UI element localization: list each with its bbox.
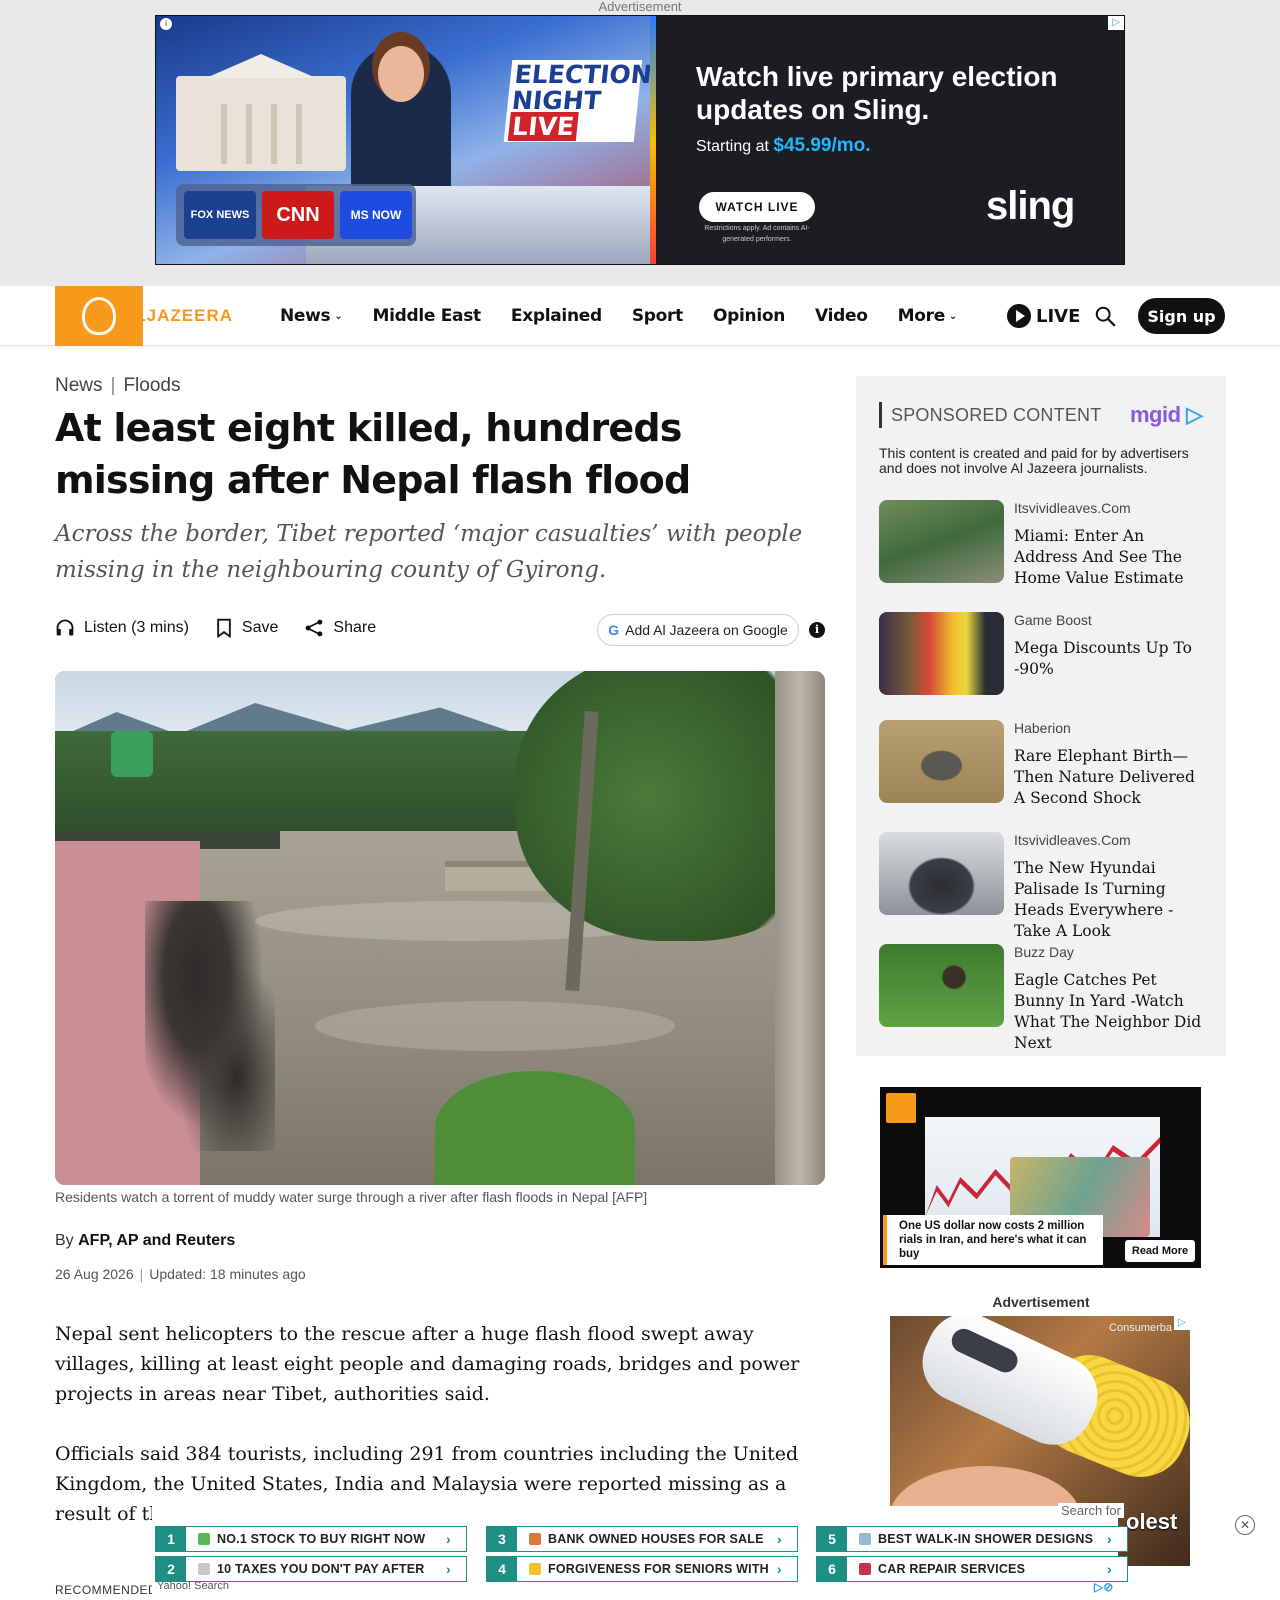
search-suggestion[interactable]: 2 10 TAXES YOU DON'T PAY AFTER ›	[155, 1556, 467, 1582]
share-button[interactable]: Share	[304, 618, 376, 638]
sign-up-button[interactable]: Sign up	[1138, 298, 1225, 334]
sponsored-item[interactable]: Itsvividleaves.Com Miami: Enter An Addre…	[879, 500, 1209, 600]
nav-item-more[interactable]: More ⌄	[898, 306, 958, 326]
site-header: ALJAZEERA News ⌄ Middle East Explained Sp…	[0, 286, 1280, 346]
ad-price-line: Starting at $45.99/mo.	[696, 135, 871, 156]
nav-item-video[interactable]: Video	[815, 306, 868, 326]
chevron-right-icon: ›	[446, 1531, 451, 1547]
breadcrumb: News | Floods	[55, 375, 181, 396]
nav-item-sport[interactable]: Sport	[632, 306, 683, 326]
dateline: 26 Aug 2026 | Updated: 18 minutes ago	[55, 1266, 306, 1282]
ad-fine-print: Restrictions apply. Ad contains AI-gener…	[704, 225, 810, 243]
search-icon[interactable]	[1094, 305, 1116, 327]
nav-item-news[interactable]: News ⌄	[280, 306, 343, 326]
search-suggestion[interactable]: 1 NO.1 STOCK TO BUY RIGHT NOW ›	[155, 1526, 467, 1552]
sponsored-disclaimer: This content is created and paid for by …	[879, 445, 1189, 476]
search-suggestion[interactable]: 5 BEST WALK-IN SHOWER DESIGNS ›	[816, 1526, 1128, 1552]
headphones-icon	[56, 619, 74, 636]
document-icon	[198, 1563, 210, 1575]
hero-image	[55, 671, 825, 1185]
chevron-down-icon: ⌄	[334, 310, 343, 322]
video-ad[interactable]: One US dollar now costs 2 million rials …	[880, 1087, 1201, 1268]
yahoo-search-label: Yahoo! Search	[157, 1580, 229, 1592]
breadcrumb-news[interactable]: News	[55, 375, 103, 396]
chevron-down-icon: ⌄	[948, 310, 958, 322]
close-icon[interactable]: ✕	[1235, 1515, 1255, 1535]
chevron-right-icon: ›	[777, 1561, 782, 1577]
search-for-label: Search for	[1058, 1503, 1124, 1518]
google-icon: G	[608, 622, 620, 638]
read-more-button[interactable]: Read More	[1125, 1240, 1195, 1262]
aljazeera-logo-text[interactable]: ALJAZEERA	[122, 306, 233, 326]
ms-now-logo: MS NOW	[340, 191, 412, 239]
house-icon	[529, 1533, 541, 1545]
chart-icon	[198, 1533, 210, 1545]
breadcrumb-floods[interactable]: Floods	[123, 375, 180, 396]
sponsored-item[interactable]: Buzz Day Eagle Catches Pet Bunny In Yard…	[879, 944, 1209, 1052]
search-suggestion[interactable]: 3 BANK OWNED HOUSES FOR SALE ›	[486, 1526, 798, 1552]
sponsored-content: SPONSORED CONTENT mgid ▷ This content is…	[856, 376, 1226, 1056]
main-nav: News ⌄ Middle East Explained Sport Opinio…	[280, 286, 987, 346]
ad-headline: Watch live primary election updates on S…	[696, 61, 1058, 125]
top-banner-ad[interactable]: ELECTION NIGHT LIVE FOX NEWS CNN MS NOW …	[155, 15, 1125, 265]
nav-item-opinion[interactable]: Opinion	[713, 306, 785, 326]
article-paragraph: Nepal sent helicopters to the rescue aft…	[55, 1323, 800, 1405]
aljazeera-logo-emblem	[886, 1093, 916, 1123]
adchoices-icon[interactable]: ▷	[1174, 1316, 1190, 1330]
nav-item-explained[interactable]: Explained	[511, 306, 602, 326]
white-house-graphic	[176, 76, 346, 171]
listen-button[interactable]: Listen (3 mins)	[55, 618, 189, 638]
sponsored-thumbnail[interactable]	[879, 720, 1004, 803]
save-button[interactable]: Save	[215, 618, 278, 638]
mgid-logo[interactable]: mgid ▷	[1130, 402, 1203, 428]
search-ad-bar	[152, 1506, 1118, 1600]
shower-icon	[859, 1533, 871, 1545]
bookmark-icon	[217, 618, 231, 638]
chevron-right-icon: ›	[1107, 1561, 1112, 1577]
sponsored-thumbnail[interactable]	[879, 832, 1004, 915]
live-button[interactable]: LIVE	[1007, 304, 1080, 328]
fox-news-logo: FOX NEWS	[184, 191, 256, 239]
play-icon	[1007, 304, 1031, 328]
article-standfirst: Across the border, Tibet reported ‘major…	[55, 521, 803, 583]
sponsored-thumbnail[interactable]	[879, 612, 1004, 695]
article-headline: At least eight killed, hundreds missing …	[55, 406, 691, 502]
adchoices-icon[interactable]: ▷	[1108, 16, 1124, 30]
video-ad-caption: One US dollar now costs 2 million rials …	[883, 1215, 1103, 1265]
watch-live-button[interactable]: WATCH LIVE	[699, 192, 815, 222]
advertisement-label: Advertisement	[992, 1294, 1090, 1310]
ad-brand: Consumerba	[1109, 1322, 1172, 1334]
chevron-right-icon: ›	[777, 1531, 782, 1547]
sponsored-item[interactable]: Haberion Rare Elephant Birth—Then Nature…	[879, 720, 1209, 820]
sponsored-item[interactable]: Itsvividleaves.Com The New Hyundai Palis…	[879, 832, 1209, 940]
chevron-right-icon: ›	[1107, 1531, 1112, 1547]
add-on-google-button[interactable]: G Add Al Jazeera on Google	[597, 614, 799, 646]
image-caption: Residents watch a torrent of muddy water…	[55, 1189, 648, 1205]
ad-info-icon[interactable]: i	[160, 18, 172, 30]
sponsored-thumbnail[interactable]	[879, 500, 1004, 583]
byline: By AFP, AP and Reuters	[55, 1232, 236, 1249]
share-icon	[306, 619, 323, 637]
sponsored-thumbnail[interactable]	[879, 944, 1004, 1027]
sling-logo: sling	[986, 184, 1075, 228]
sponsored-item[interactable]: Game Boost Mega Discounts Up To -90%	[879, 612, 1209, 712]
advertisement-label: Advertisement	[598, 0, 682, 14]
adchoices-icon[interactable]: ▷⊘	[1094, 1580, 1113, 1594]
election-night-title: ELECTION NIGHT LIVE	[503, 60, 653, 142]
article-actions: Listen (3 mins) Save Share	[55, 618, 402, 638]
search-suggestion[interactable]: 4 FORGIVENESS FOR SENIORS WITH ›	[486, 1556, 798, 1582]
byline-authors[interactable]: AFP, AP and Reuters	[78, 1232, 235, 1249]
chevron-right-icon: ›	[446, 1561, 451, 1577]
note-icon	[529, 1563, 541, 1575]
nav-item-middle-east[interactable]: Middle East	[372, 306, 481, 326]
ad-headline: olest	[1126, 1509, 1178, 1534]
cnn-logo: CNN	[262, 191, 334, 239]
sponsored-heading: SPONSORED CONTENT	[879, 402, 1101, 428]
car-icon	[859, 1563, 871, 1575]
top-ad-band: Advertisement ELECTION NIGHT LIVE FOX NE…	[0, 0, 1280, 286]
ad-image: ELECTION NIGHT LIVE FOX NEWS CNN MS NOW	[156, 16, 656, 264]
info-icon[interactable]: i	[809, 622, 825, 638]
search-suggestion[interactable]: 6 CAR REPAIR SERVICES ›	[816, 1556, 1128, 1582]
